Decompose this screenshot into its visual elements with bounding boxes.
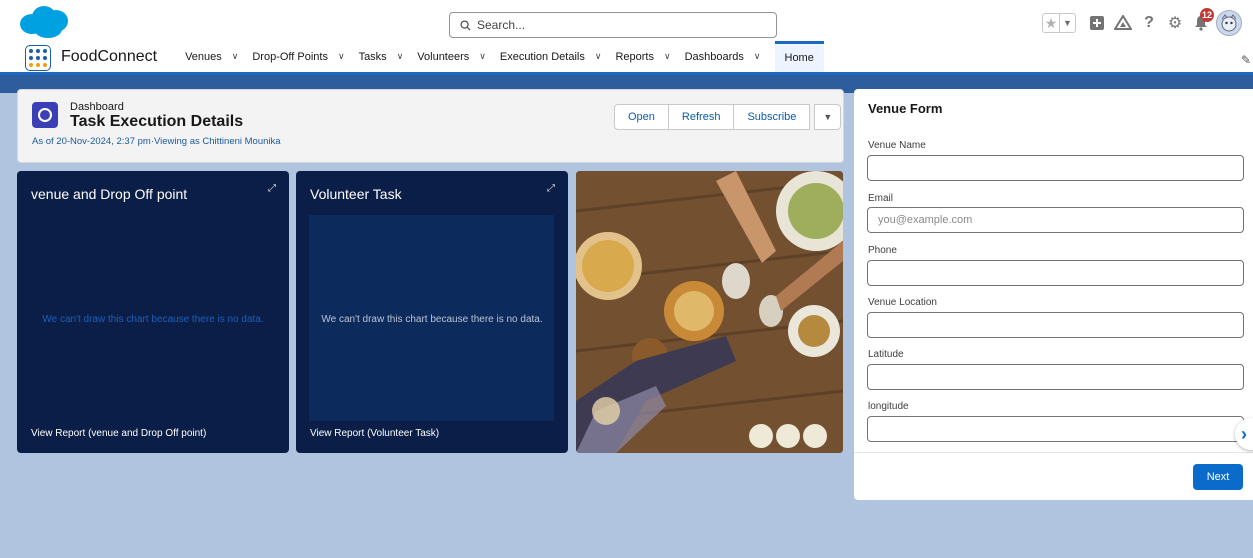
search-icon — [460, 19, 471, 31]
chevron-down-icon[interactable]: ∨ — [232, 51, 239, 62]
more-actions-dropdown[interactable]: ▼ — [814, 104, 842, 130]
nav-item-home[interactable]: Home — [774, 41, 824, 72]
next-button[interactable]: Next — [1193, 464, 1243, 490]
card-title: Volunteer Task — [310, 186, 402, 202]
venue-form-panel: Venue Form Venue Name Email Phone Venue … — [854, 89, 1253, 500]
salesforce-cloud-logo[interactable] — [18, 4, 70, 40]
dashboard-subtitle: As of 20-Nov-2024, 2:37 pm·Viewing as Ch… — [32, 136, 281, 147]
latitude-label: Latitude — [868, 349, 904, 360]
nav-item-label: Home — [784, 52, 814, 64]
nav-item-tasks[interactable]: Tasks ∨ — [359, 44, 404, 72]
user-avatar[interactable] — [1216, 10, 1242, 36]
trailhead-icon[interactable] — [1112, 12, 1134, 34]
nav-item-label: Venues — [185, 50, 222, 63]
view-report-link[interactable]: View Report (Volunteer Task) — [310, 428, 439, 439]
nav-item-label: Execution Details — [499, 50, 585, 63]
chevron-down-icon[interactable]: ∨ — [338, 51, 345, 62]
email-field[interactable] — [867, 207, 1244, 233]
form-divider — [854, 452, 1253, 453]
phone-label: Phone — [868, 245, 897, 256]
help-icon[interactable]: ? — [1138, 12, 1160, 34]
dashboard-type-label: Dashboard — [70, 101, 124, 113]
chevron-down-icon: ▼ — [823, 112, 833, 122]
nav-item-venues[interactable]: Venues ∨ — [185, 44, 238, 72]
no-data-message: We can't draw this chart because there i… — [42, 314, 264, 325]
favorites-group[interactable]: ★ ▼ — [1042, 13, 1076, 33]
dashboard-card-venue-dropoff: venue and Drop Off point ⤢ We can't draw… — [17, 171, 289, 453]
notifications-bell-icon[interactable]: 12 — [1190, 8, 1214, 34]
favorite-star-icon[interactable]: ★ — [1043, 14, 1059, 32]
dashboard-actions: Open Refresh Subscribe ▼ — [614, 104, 842, 130]
favorites-dropdown-icon[interactable]: ▼ — [1059, 14, 1075, 32]
global-search[interactable] — [449, 12, 777, 38]
global-actions-icon[interactable] — [1086, 12, 1108, 34]
nav-item-execution-details[interactable]: Execution Details ∨ — [500, 44, 602, 72]
nav-item-label: Tasks — [358, 50, 387, 63]
venue-name-label: Venue Name — [868, 140, 926, 151]
venue-location-field[interactable] — [867, 312, 1244, 338]
form-title: Venue Form — [868, 101, 943, 116]
search-input[interactable] — [477, 18, 757, 32]
nav-item-label: Drop-Off Points — [252, 50, 328, 63]
nav-item-label: Dashboards — [684, 50, 744, 63]
refresh-button[interactable]: Refresh — [667, 104, 735, 130]
expand-icon[interactable]: ⤢ — [268, 183, 276, 194]
app-nav-bar: FoodConnect Venues ∨ Drop-Off Points ∨ Tas… — [0, 41, 1253, 75]
card-title: venue and Drop Off point — [31, 186, 188, 202]
open-button[interactable]: Open — [614, 104, 669, 130]
nav-item-label: Reports — [615, 50, 654, 63]
nav-item-dashboards[interactable]: Dashboards ∨ — [685, 44, 761, 72]
phone-field[interactable] — [867, 260, 1244, 286]
nav-item-volunteers[interactable]: Volunteers ∨ — [417, 44, 486, 72]
venue-location-label: Venue Location — [868, 297, 937, 308]
global-header: ★ ▼ ? ⚙ 12 — [0, 0, 1253, 44]
nav-item-reports[interactable]: Reports ∨ — [615, 44, 670, 72]
venue-name-field[interactable] — [867, 155, 1244, 181]
chevron-down-icon[interactable]: ∨ — [397, 51, 404, 62]
header-utility-icons: ★ ▼ ? ⚙ 12 — [1042, 8, 1242, 36]
expand-icon[interactable]: ⤢ — [547, 183, 555, 194]
latitude-field[interactable] — [867, 364, 1244, 390]
longitude-label: longitude — [868, 401, 909, 412]
setup-gear-icon[interactable]: ⚙ — [1164, 12, 1186, 34]
food-table-image — [576, 171, 843, 453]
view-report-link[interactable]: View Report (venue and Drop Off point) — [31, 428, 206, 439]
subscribe-button[interactable]: Subscribe — [733, 104, 811, 130]
dashboard-title: Task Execution Details — [70, 113, 244, 130]
longitude-field[interactable] — [867, 416, 1244, 442]
app-name: FoodConnect — [61, 47, 158, 65]
email-label: Email — [868, 193, 894, 204]
dashboard-header: Dashboard Task Execution Details As of 2… — [17, 89, 844, 163]
no-data-message: We can't draw this chart because there i… — [321, 314, 543, 325]
nav-item-drop-off-points[interactable]: Drop-Off Points ∨ — [252, 44, 344, 72]
chevron-down-icon[interactable]: ∨ — [664, 51, 671, 62]
chevron-down-icon[interactable]: ∨ — [479, 51, 486, 62]
nav-item-label: Volunteers — [417, 50, 470, 63]
chevron-down-icon[interactable]: ∨ — [595, 51, 602, 62]
chevron-down-icon[interactable]: ∨ — [754, 51, 761, 62]
notification-count-badge: 12 — [1199, 8, 1214, 22]
dashboard-card-volunteer-task: Volunteer Task ⤢ We can't draw this char… — [296, 171, 568, 453]
edit-nav-pencil-icon[interactable]: ✎ — [1241, 53, 1251, 67]
dashboard-icon — [32, 102, 58, 128]
app-launcher-icon[interactable] — [25, 45, 51, 71]
